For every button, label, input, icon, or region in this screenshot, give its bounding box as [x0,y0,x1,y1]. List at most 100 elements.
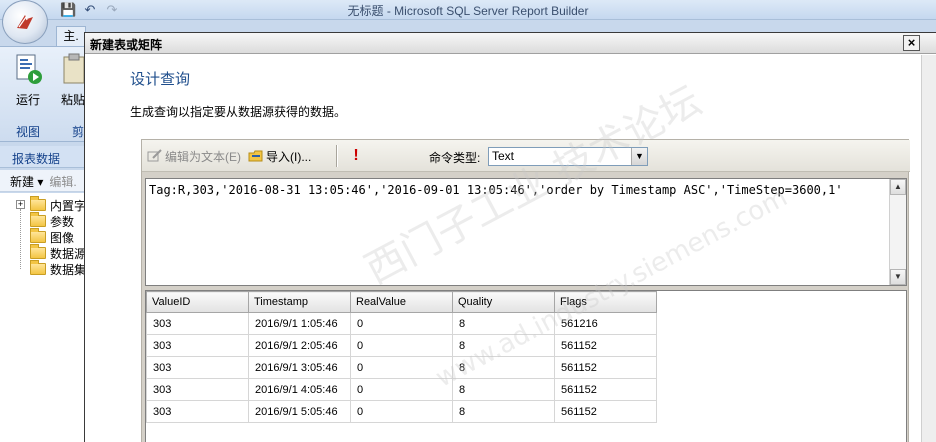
table-cell: 2016/9/1 5:05:46 [248,400,351,423]
table-cell: 303 [146,312,249,335]
column-header[interactable]: ValueID [146,291,249,313]
dialog-title: 新建表或矩阵 [90,38,163,52]
redo-icon[interactable]: ↷ [104,2,120,18]
tab-home[interactable]: 主. [56,26,86,46]
command-type-label: 命令类型: [429,151,481,165]
tree-item-images[interactable]: 图像 [30,228,75,245]
app-title: 无标题 - Microsoft SQL Server Report Builde… [347,4,589,18]
quick-access-toolbar: 💾 ↶ ↷ [60,2,120,18]
table-row: 303 2016/9/1 4:05:46 0 8 561152 [146,378,657,401]
tree-item-label: 参数 [50,214,75,229]
import-button[interactable]: 导入(I)... [248,148,311,164]
page-description: 生成查询以指定要从数据源获得的数据。 [130,105,347,119]
close-button[interactable]: × [903,35,920,51]
table-cell: 561152 [554,378,657,401]
folder-icon [30,196,46,211]
run-query-icon[interactable]: ! [350,146,362,166]
office-orb-icon[interactable] [2,0,48,44]
run-label: 运行 [15,93,40,107]
undo-icon[interactable]: ↶ [82,2,98,18]
dialog-title-bar: 新建表或矩阵 × [85,33,936,54]
page-heading: 设计查询 [130,71,191,88]
column-header[interactable]: Quality [452,291,555,313]
folder-icon [30,244,46,259]
table-cell: 2016/9/1 2:05:46 [248,334,351,357]
ribbon: 运行 粘贴 视图 剪 [0,46,90,142]
dialog-header: 设计查询 生成查询以指定要从数据源获得的数据。 [85,55,936,133]
edit-as-text-button[interactable]: 编辑为文本(E) [147,148,241,164]
tree-item-label: 数据源 [50,246,87,261]
dialog-scrollbar[interactable] [921,55,936,442]
expand-icon[interactable]: + [16,200,25,209]
tree-item-datasets[interactable]: 数据集 [30,260,87,277]
run-button[interactable]: 运行 [8,53,48,108]
query-results-grid: ValueID Timestamp RealValue Quality Flag… [145,290,907,442]
scroll-up-icon[interactable]: ▲ [890,179,906,195]
table-cell: 0 [350,400,453,423]
edit-as-text-label: 编辑为文本(E) [165,149,241,164]
report-data-header: 报表数据 [0,146,90,168]
table-cell: 0 [350,334,453,357]
table-row: 303 2016/9/1 2:05:46 0 8 561152 [146,334,657,357]
folder-icon [30,260,46,275]
table-cell: 561152 [554,400,657,423]
scroll-down-icon[interactable]: ▼ [890,269,906,285]
results-header-row: ValueID Timestamp RealValue Quality Flag… [146,291,657,313]
column-header[interactable]: Timestamp [248,291,351,313]
new-table-matrix-dialog: 新建表或矩阵 × 设计查询 生成查询以指定要从数据源获得的数据。 编辑为文本(E… [84,32,936,442]
edit-text-icon [147,149,163,163]
table-cell: 0 [350,378,453,401]
group-view-label: 视图 [16,125,41,139]
table-cell: 8 [452,356,555,379]
table-cell: 2016/9/1 1:05:46 [248,312,351,335]
table-cell: 561152 [554,356,657,379]
tree-item-label: 内置字 [50,198,87,213]
toolbar-separator [336,145,338,167]
tree-item-label: 图像 [50,230,75,245]
table-cell: 303 [146,400,249,423]
table-cell: 561216 [554,312,657,335]
tree-item-parameters[interactable]: 参数 [30,212,75,229]
tree-item-data-sources[interactable]: 数据源 [30,244,87,261]
run-report-icon [13,53,43,87]
import-label: 导入(I)... [266,149,312,164]
table-cell: 8 [452,400,555,423]
table-cell: 561152 [554,334,657,357]
edit-button[interactable]: 编辑. [49,175,76,189]
table-cell: 0 [350,356,453,379]
query-text[interactable]: Tag:R,303,'2016-08-31 13:05:46','2016-09… [149,182,887,198]
group-clipboard-label: 剪 [72,125,85,139]
tree-connector [20,209,21,269]
dropdown-arrow-icon[interactable]: ▼ [631,148,647,165]
command-type-select[interactable]: Text ▼ [488,147,648,166]
query-text-editor[interactable]: Tag:R,303,'2016-08-31 13:05:46','2016-09… [145,178,907,286]
query-designer-toolbar: 编辑为文本(E) 导入(I)... ! 命令类型: Text ▼ [142,140,910,172]
table-cell: 8 [452,334,555,357]
table-cell: 2016/9/1 4:05:46 [248,378,351,401]
table-cell: 303 [146,378,249,401]
table-cell: 8 [452,378,555,401]
import-icon [248,149,264,163]
tree-item-builtin-fields[interactable]: 内置字 [30,196,87,213]
query-scrollbar[interactable]: ▲ ▼ [889,179,906,285]
table-row: 303 2016/9/1 1:05:46 0 8 561216 [146,312,657,335]
table-cell: 0 [350,312,453,335]
command-type-value: Text [492,149,515,163]
table-row: 303 2016/9/1 5:05:46 0 8 561152 [146,400,657,423]
new-dropdown-button[interactable]: 新建 ▾ [10,175,43,189]
table-cell: 2016/9/1 3:05:46 [248,356,351,379]
query-designer: 编辑为文本(E) 导入(I)... ! 命令类型: Text ▼ Tag:R,3… [141,139,910,442]
table-cell: 303 [146,356,249,379]
app-title-bar: 无标题 - Microsoft SQL Server Report Builde… [0,0,936,20]
tree-item-label: 数据集 [50,262,87,277]
table-cell: 303 [146,334,249,357]
column-header[interactable]: RealValue [350,291,453,313]
column-header[interactable]: Flags [554,291,657,313]
report-data-toolbar: 新建 ▾ 编辑. [0,170,90,192]
table-cell: 8 [452,312,555,335]
folder-icon [30,212,46,227]
save-icon[interactable]: 💾 [60,2,76,18]
folder-icon [30,228,46,243]
table-row: 303 2016/9/1 3:05:46 0 8 561152 [146,356,657,379]
results-table: ValueID Timestamp RealValue Quality Flag… [146,291,657,423]
